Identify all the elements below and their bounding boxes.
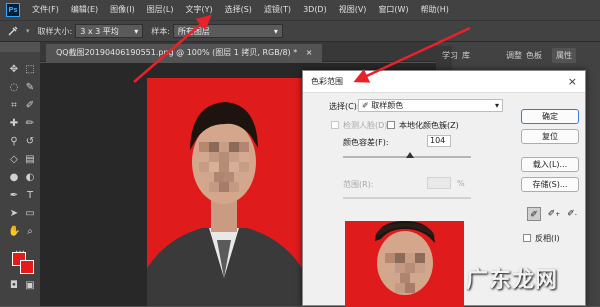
watermark-text: 广东龙网 — [466, 267, 559, 293]
arrow-to-dialog-title — [353, 26, 471, 83]
arrow-to-select-menu — [133, 14, 212, 83]
annotation-arrows — [133, 14, 471, 83]
